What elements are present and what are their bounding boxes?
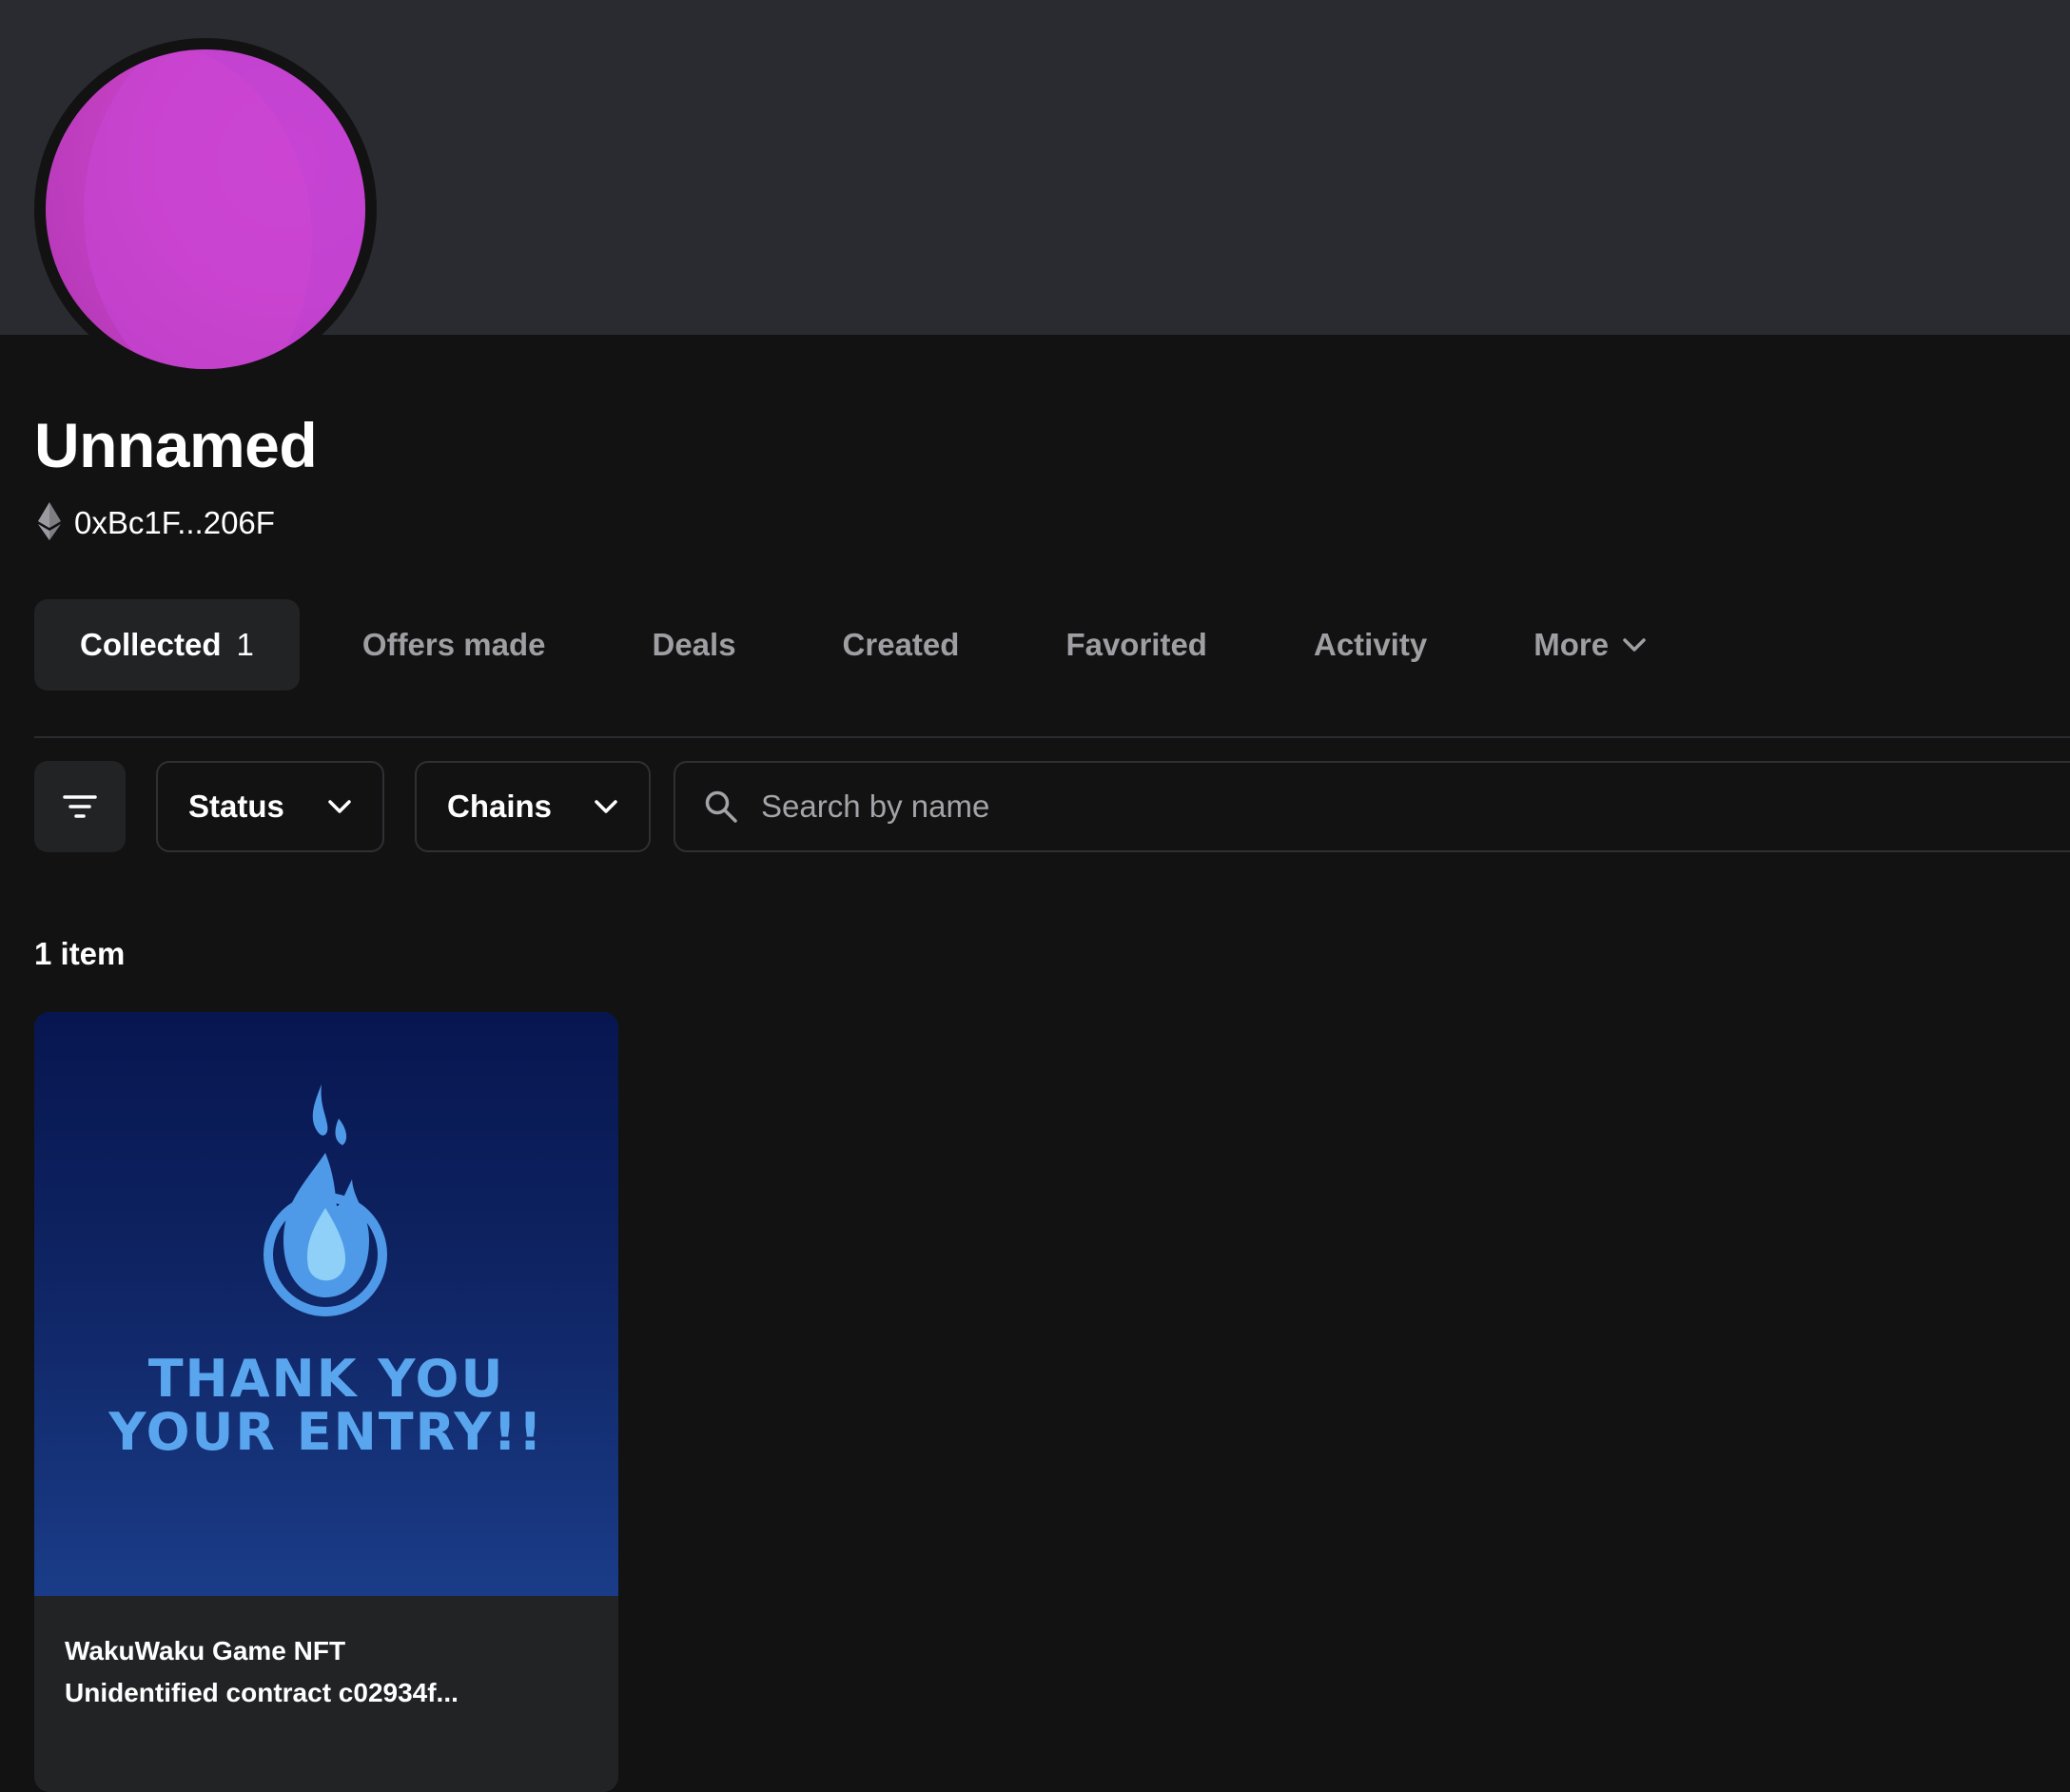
wallet-address-text: 0xBc1F...206F (74, 505, 275, 540)
nft-meta: WakuWaku Game NFT Unidentified contract … (65, 1630, 597, 1714)
item-count: 1 item (34, 936, 126, 971)
tab-more[interactable]: More (1533, 599, 1647, 691)
filter-toggle-button[interactable] (34, 761, 126, 852)
tab-offers-made-label: Offers made (361, 627, 546, 662)
chevron-down-icon (594, 799, 618, 814)
tab-offers-made[interactable]: Offers made (362, 599, 546, 691)
status-dropdown[interactable]: Status (156, 761, 384, 852)
chevron-down-icon (327, 799, 352, 814)
wallet-address[interactable]: 0xBc1F...206F (38, 500, 275, 546)
chains-dropdown-label: Chains (447, 789, 553, 824)
tab-favorited[interactable]: Favorited (1065, 599, 1207, 691)
profile-tabs: Collected 1 Offers made Deals Created Fa… (34, 599, 1647, 691)
tab-created[interactable]: Created (843, 599, 960, 691)
tab-created-label: Created (842, 627, 960, 662)
profile-name: Unnamed (34, 410, 318, 480)
tab-activity[interactable]: Activity (1314, 599, 1427, 691)
search-input[interactable] (759, 788, 1901, 826)
search-field[interactable] (674, 761, 2070, 852)
tab-collected-count: 1 (236, 627, 254, 662)
tab-favorited-label: Favorited (1065, 627, 1207, 662)
tab-deals-label: Deals (652, 627, 736, 662)
filter-icon (63, 794, 97, 819)
tab-more-label: More (1533, 627, 1610, 662)
chains-dropdown[interactable]: Chains (415, 761, 651, 852)
nft-collection-name: WakuWaku Game NFT (65, 1636, 346, 1665)
avatar[interactable] (46, 49, 365, 369)
tab-activity-label: Activity (1313, 627, 1428, 662)
nft-image: THANK YOU YOUR ENTRY!! (34, 1012, 618, 1596)
nft-image-text-line2: YOUR ENTRY!! (108, 1402, 544, 1462)
status-dropdown-label: Status (188, 789, 284, 824)
tabs-divider (34, 736, 2070, 738)
nft-item-name: Unidentified contract c02934f... (65, 1678, 459, 1707)
blue-flame-icon (264, 1084, 387, 1316)
nft-card[interactable]: THANK YOU YOUR ENTRY!! WakuWaku Game NFT… (34, 1012, 618, 1792)
tab-collected[interactable]: Collected 1 (34, 599, 300, 691)
ethereum-icon (38, 501, 61, 545)
nft-image-text-line1: THANK YOU (147, 1349, 505, 1409)
search-icon (704, 789, 738, 824)
tab-collected-label: Collected (80, 627, 222, 662)
tab-deals[interactable]: Deals (652, 599, 735, 691)
chevron-down-icon (1622, 637, 1647, 653)
